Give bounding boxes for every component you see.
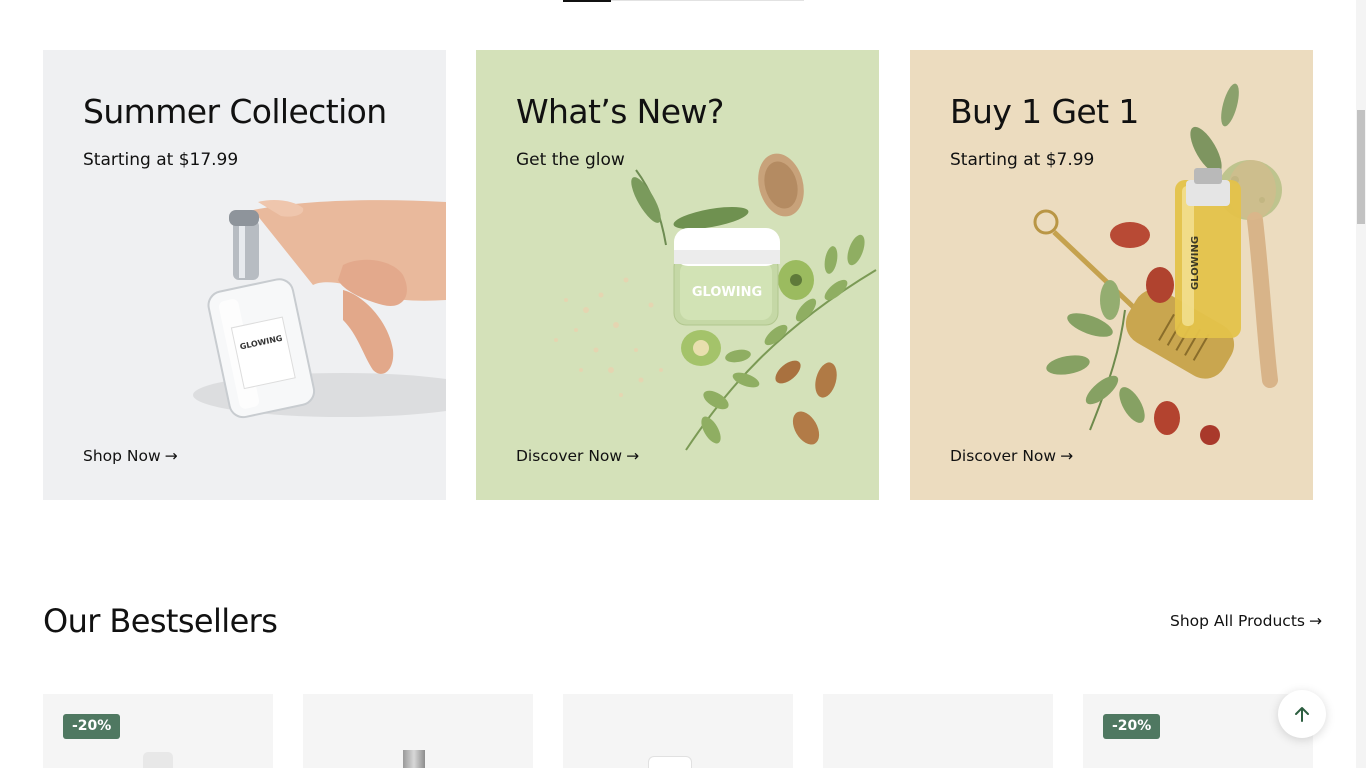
arrow-up-icon (1295, 707, 1309, 722)
banner-title: What’s New? (516, 92, 724, 131)
arrow-right-icon: → (626, 447, 640, 465)
product-card[interactable]: -20% (43, 694, 273, 768)
product-card[interactable] (563, 694, 793, 768)
discover-now-link[interactable]: Discover Now → (950, 447, 1073, 465)
product-card[interactable] (823, 694, 1053, 768)
shop-now-link[interactable]: Shop Now → (83, 447, 178, 465)
svg-text:GLOWING: GLOWING (1190, 236, 1201, 290)
banner-subtitle: Get the glow (516, 150, 625, 170)
arrow-right-icon: → (164, 447, 178, 465)
arrow-right-icon: → (1308, 612, 1322, 630)
banner-summer-collection[interactable]: GLOWING Summer Collection Starting at $1… (43, 50, 446, 500)
product-image (143, 752, 173, 768)
banner-whats-new[interactable]: GLOWING What’s New? Get the glow Discove… (476, 50, 879, 500)
banner-subtitle: Starting at $7.99 (950, 150, 1095, 170)
product-image (403, 750, 425, 768)
discount-badge: -20% (1103, 714, 1161, 739)
banner-title: Summer Collection (83, 92, 387, 131)
slider-progress[interactable] (563, 0, 611, 2)
banner-subtitle: Starting at $17.99 (83, 150, 239, 170)
scrollbar-thumb[interactable] (1357, 110, 1365, 224)
bestsellers-title: Our Bestsellers (43, 602, 278, 640)
banner-buy-one-get-one[interactable]: GLOWING Buy 1 Get 1 Starting at $7.99 Di… (910, 50, 1313, 500)
arrow-right-icon: → (1060, 447, 1074, 465)
bestsellers-grid: -20% -20% (43, 694, 1313, 768)
shop-all-products-link[interactable]: Shop All Products → (1170, 612, 1322, 630)
discount-badge: -20% (63, 714, 121, 739)
page-scrollbar[interactable] (1356, 0, 1366, 768)
banner-title: Buy 1 Get 1 (950, 92, 1139, 131)
svg-text:GLOWING: GLOWING (692, 285, 762, 300)
product-image (648, 756, 692, 768)
discover-now-link[interactable]: Discover Now → (516, 447, 639, 465)
back-to-top-button[interactable] (1278, 690, 1326, 738)
product-card[interactable] (303, 694, 533, 768)
promo-banners: GLOWING Summer Collection Starting at $1… (43, 50, 1313, 500)
